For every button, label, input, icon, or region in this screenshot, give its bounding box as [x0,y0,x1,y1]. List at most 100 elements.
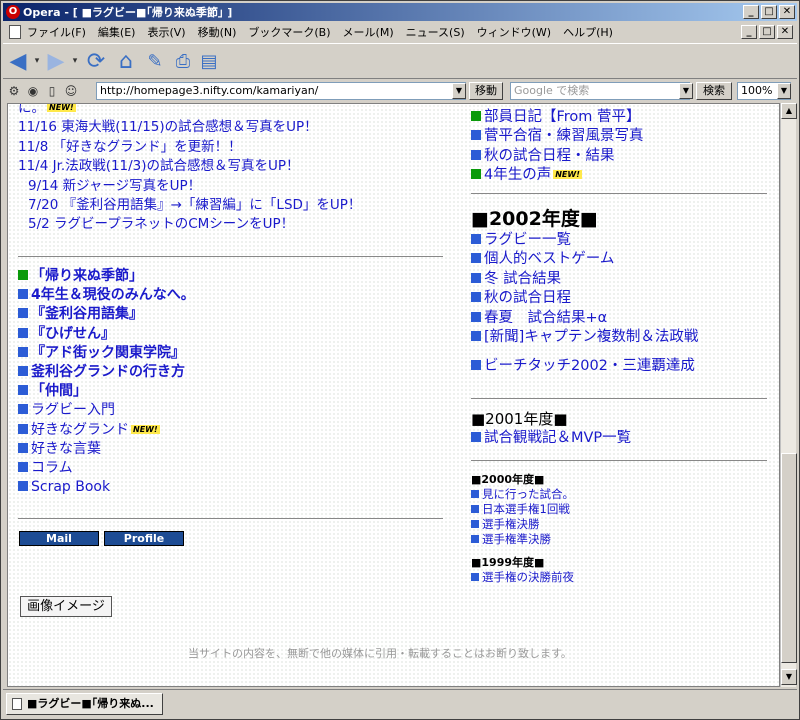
page-icon[interactable]: ▤ [199,48,219,74]
reload-icon[interactable]: ⟳ [83,48,109,74]
link-2002-item[interactable]: [新聞]キャプテン複数制＆法政戦 [471,328,771,347]
link-2002-item[interactable]: 秋の試合日程 [471,289,771,308]
link-2000-item[interactable]: 日本選手権1回戦 [471,502,771,517]
status-bar: ■ラグビー■｢帰り来ぬ... [3,689,797,717]
green-square-icon [471,169,481,180]
menu-navigate[interactable]: 移動(N) [198,24,237,40]
search-input[interactable]: Google で検索 [510,82,690,100]
link-4th-year-voice[interactable]: 4年生の声 NEW! [471,166,771,185]
opera-window: O Opera - [ ■ラグビー■｢帰り来ぬ季節｣ ] _ □ ✕ ファイル(… [0,0,800,720]
copyright-notice: 当サイトの内容を、無断で他の媒体に引用・転載することはお断り致します。 [188,647,572,660]
news-item[interactable]: 9/14 新ジャージ写真をUP！ [18,177,448,196]
menu-edit[interactable]: 編集(E) [98,24,136,40]
home-icon[interactable]: ⌂ [113,48,139,74]
mdi-restore-button[interactable]: □ [759,25,775,39]
divider [471,398,767,399]
link-2000-item[interactable]: 選手権準決勝 [471,532,771,547]
news-list: に。 NEW! 11/16 東海大戦(11/15)の試合感想＆写真をUP！ 11/… [18,104,448,235]
link-2002-item[interactable]: ラグビー一覧 [471,231,771,250]
link-4th-year-message[interactable]: 4年生＆現役のみんなへ。 [18,286,448,305]
menu-view[interactable]: 表示(V) [147,24,185,40]
bookmark-icon[interactable]: ✎ [143,48,167,74]
zoom-dropdown-icon[interactable]: ▼ [777,83,791,99]
scroll-down-icon[interactable]: ▼ [781,669,797,685]
menu-help[interactable]: ヘルプ(H) [563,24,613,40]
profile-button[interactable]: Profile [104,531,184,546]
news-item[interactable]: 11/16 東海大戦(11/15)の試合感想＆写真をUP！ [18,118,448,137]
search-dropdown-icon[interactable]: ▼ [679,83,693,99]
news-item[interactable]: 5/2 ラグビープラネットのCMシーンをUP！ [18,215,448,234]
vertical-scrollbar[interactable]: ▲ ▼ [780,103,797,687]
link-ground-access[interactable]: 釜利谷グランドの行き方 [18,363,448,382]
link-column[interactable]: コラム [18,459,448,478]
scroll-up-icon[interactable]: ▲ [781,103,797,119]
link-beach-touch[interactable]: ビーチタッチ2002・三連覇達成 [471,357,771,376]
heading-2000: ■2000年度■ [471,473,545,486]
minimize-button[interactable]: _ [743,5,759,19]
link-kaerikonu-kisetsu[interactable]: 「帰り来ぬ季節」 [18,267,448,286]
link-camp-photos[interactable]: 菅平合宿・練習風景写真 [471,127,771,146]
security-icon[interactable]: ⚙ [6,83,22,99]
link-2000-item[interactable]: 選手権決勝 [471,517,771,532]
go-button[interactable]: 移動 [469,82,503,100]
menu-mail[interactable]: メール(M) [343,24,394,40]
mdi-close-button[interactable]: ✕ [777,25,793,39]
menu-file[interactable]: ファイル(F) [27,24,86,40]
menu-window[interactable]: ウィンドウ(W) [477,24,551,40]
link-nakama[interactable]: 「仲間」 [18,382,448,401]
back-arrow-icon[interactable]: ◀ [7,48,29,74]
mdi-minimize-button[interactable]: _ [741,25,757,39]
menu-bar: ファイル(F) 編集(E) 表示(V) 移動(N) ブックマーク(B) メール(… [3,22,797,42]
news-item[interactable]: 11/8 「好きなグランド」を更新！！ [18,138,448,157]
blue-square-icon [471,520,479,528]
print-icon[interactable]: ⎙ [171,48,195,74]
link-2002-item[interactable]: 個人的ベストゲーム [471,250,771,269]
address-input[interactable]: http://homepage3.nifty.com/kamariyan/ [96,82,466,100]
blue-square-icon [471,505,479,513]
link-2002-item[interactable]: 春夏 試合結果+α [471,309,771,328]
menu-bookmarks[interactable]: ブックマーク(B) [248,24,330,40]
blue-square-icon [471,360,481,371]
link-autumn-schedule[interactable]: 秋の試合日程・結果 [471,147,771,166]
blue-square-icon [18,462,28,473]
blue-square-icon [18,346,28,357]
camera-icon[interactable]: ◉ [25,83,41,99]
blue-square-icon [471,234,481,244]
link-favorite-words[interactable]: 好きな言葉 [18,440,448,459]
address-dropdown-icon[interactable]: ▼ [452,83,466,99]
heading-1999: ■1999年度■ [471,556,545,569]
green-square-icon [18,270,28,280]
link-adomachikku[interactable]: 『アド街ック関東学院』 [18,344,448,363]
search-button[interactable]: 検索 [696,82,732,100]
user-icon[interactable]: ☺ [63,83,79,99]
menu-news[interactable]: ニュース(S) [406,24,465,40]
link-scrap-book[interactable]: Scrap Book [18,478,448,497]
link-favorite-ground[interactable]: 好きなグランド NEW! [18,421,448,440]
link-2002-item[interactable]: 冬 試合結果 [471,270,771,289]
link-rugby-intro[interactable]: ラグビー入門 [18,401,448,420]
opera-logo-icon: O [6,5,20,19]
link-2000-item[interactable]: 見に行った試合。 [471,487,771,502]
blue-square-icon [471,292,481,303]
news-item[interactable]: 7/20 『釜利谷用語集』→「練習編」に「LSD」をUP！ [18,196,448,215]
link-diary-sugadaira[interactable]: 部員日記【From 菅平】 [471,108,771,127]
image-placeholder-button[interactable]: 画像イメージ [20,596,112,617]
close-button[interactable]: ✕ [779,5,795,19]
news-item[interactable]: 11/4 Jr.法政戦(11/3)の試合感想＆写真をUP！ [18,157,448,176]
blue-square-icon [471,149,481,160]
forward-dropdown-icon[interactable]: ▾ [71,48,79,74]
link-higesen[interactable]: 『ひげせん』 [18,325,448,344]
link-1999-item[interactable]: 選手権の決勝前夜 [471,570,771,585]
heading-2001: ■2001年度■ [471,410,568,428]
page-tab[interactable]: ■ラグビー■｢帰り来ぬ... [6,693,163,715]
link-glossary[interactable]: 『釜利谷用語集』 [18,305,448,324]
maximize-button[interactable]: □ [761,5,777,19]
news-item[interactable]: に。 NEW! [18,104,448,118]
forward-arrow-icon[interactable]: ▶ [45,48,67,74]
back-dropdown-icon[interactable]: ▾ [33,48,41,74]
page-content: に。 NEW! 11/16 東海大戦(11/15)の試合感想＆写真をUP！ 11/… [7,103,780,687]
mail-button[interactable]: Mail [19,531,99,546]
scroll-thumb[interactable] [781,453,797,663]
link-2001-item[interactable]: 試合観戦記＆MVP一覧 [471,429,771,448]
new-page-icon[interactable]: ▯ [44,83,60,99]
